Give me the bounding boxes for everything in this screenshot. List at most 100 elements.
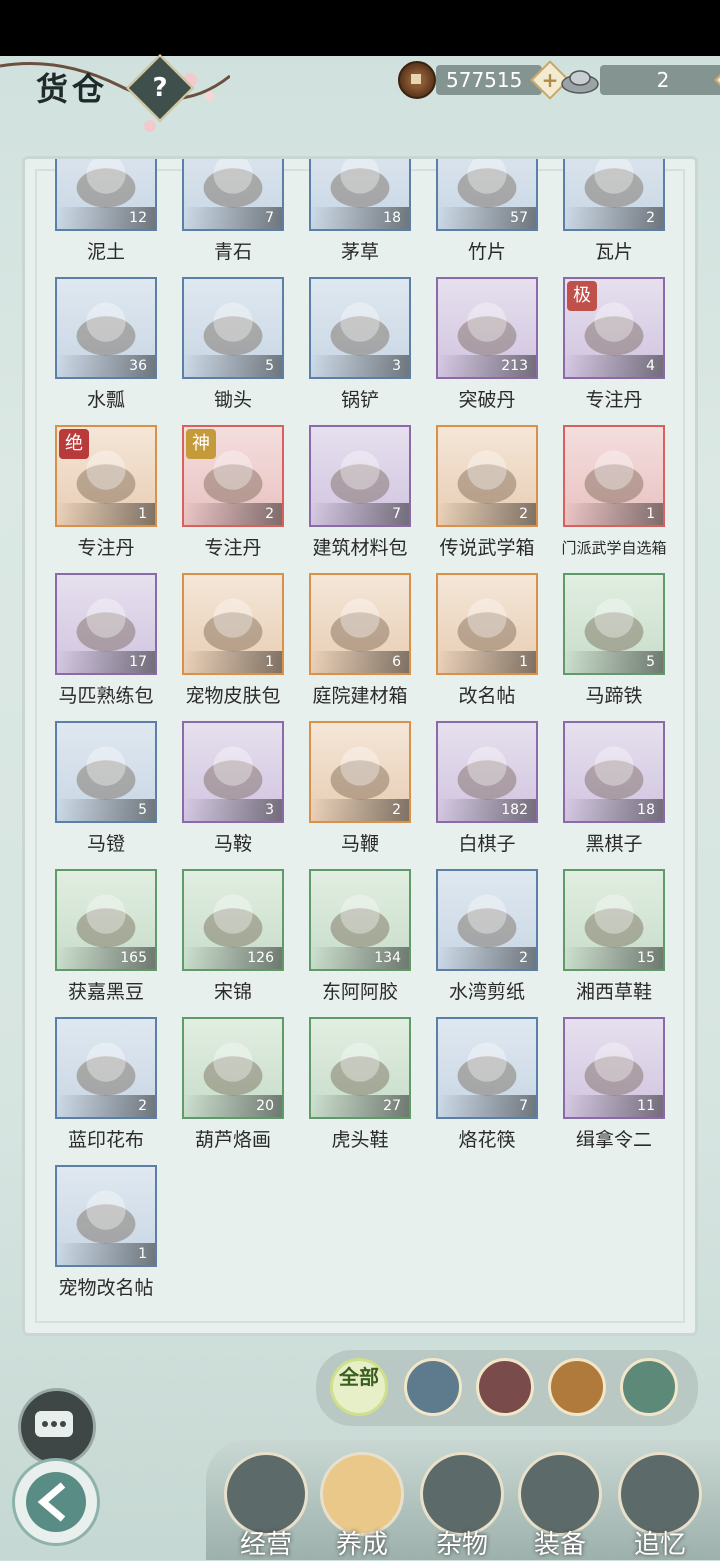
item-name: 马匹熟练包 — [58, 685, 154, 707]
inventory-item[interactable]: 5 马蹄铁 — [559, 573, 669, 713]
inventory-item[interactable]: 134 东阿阿胶 — [305, 869, 415, 1009]
item-name: 马鞭 — [340, 833, 379, 855]
inventory-item[interactable]: 2 水湾剪纸 — [432, 869, 542, 1009]
item-icon-tile: 极4 — [563, 277, 665, 379]
inventory-item[interactable]: 57 竹片 — [432, 159, 542, 269]
item-count: 3 — [184, 799, 282, 821]
nav-cultivate[interactable]: 养成 — [316, 1452, 408, 1560]
item-count: 1 — [438, 651, 536, 673]
item-icon-tile: 27 — [309, 1017, 411, 1119]
item-icon-tile: 57 — [436, 159, 538, 231]
inventory-item[interactable]: 17 马匹熟练包 — [51, 573, 161, 713]
inventory-item[interactable]: 18 黑棋子 — [559, 721, 669, 861]
item-icon-tile: 2 — [55, 1017, 157, 1119]
item-count: 2 — [311, 799, 409, 821]
inventory-item[interactable]: 11 缉拿令二 — [559, 1017, 669, 1157]
inventory-item[interactable]: 12 泥土 — [51, 159, 161, 269]
item-icon-tile: 126 — [182, 869, 284, 971]
filter-material-button[interactable] — [548, 1358, 606, 1416]
inventory-item[interactable]: 1 宠物皮肤包 — [178, 573, 288, 713]
copper-currency: 577515 + — [398, 60, 570, 100]
copper-coin-icon — [398, 61, 436, 99]
item-name: 竹片 — [467, 241, 506, 263]
item-icon-tile: 5 — [182, 277, 284, 379]
item-count: 15 — [565, 947, 663, 969]
inventory-item[interactable]: 7 烙花筷 — [432, 1017, 542, 1157]
item-name: 马蹄铁 — [585, 685, 643, 707]
item-name: 蓝印花布 — [67, 1129, 144, 1151]
grade-badge: 绝 — [59, 429, 89, 459]
inventory-item[interactable]: 1 宠物改名帖 — [51, 1165, 161, 1305]
item-icon-tile: 213 — [436, 277, 538, 379]
item-name: 泥土 — [86, 241, 125, 263]
item-count: 36 — [57, 355, 155, 377]
item-icon-tile: 7 — [309, 425, 411, 527]
inventory-item[interactable]: 1 改名帖 — [432, 573, 542, 713]
inventory-item[interactable]: 绝 1 专注丹 — [51, 425, 161, 565]
inventory-item[interactable]: 2 传说武学箱 — [432, 425, 542, 565]
inventory-item[interactable]: 7 建筑材料包 — [305, 425, 415, 565]
inventory-panel: 12 泥土 7 青石 18 茅草 57 竹片 2 瓦片 36 水瓢 5 锄头 3 锅铲 213 突破丹极 4 专注丹绝… — [22, 156, 698, 1336]
item-name: 马镫 — [86, 833, 125, 855]
inventory-item[interactable]: 7 青石 — [178, 159, 288, 269]
item-count: 17 — [57, 651, 155, 673]
item-icon-tile: 1 — [436, 573, 538, 675]
back-button[interactable] — [12, 1458, 100, 1546]
inventory-item[interactable]: 6 庭院建材箱 — [305, 573, 415, 713]
item-count: 2 — [438, 503, 536, 525]
inventory-item[interactable]: 15 湘西草鞋 — [559, 869, 669, 1009]
nav-memory[interactable]: 追忆 — [614, 1452, 706, 1560]
item-name: 获嘉黑豆 — [67, 981, 144, 1003]
inventory-item[interactable]: 5 锄头 — [178, 277, 288, 417]
status-bar — [0, 0, 720, 56]
inventory-item[interactable]: 213 突破丹 — [432, 277, 542, 417]
item-count: 2 — [57, 1095, 155, 1117]
filter-weapon-button[interactable] — [476, 1358, 534, 1416]
inventory-item[interactable]: 20 葫芦烙画 — [178, 1017, 288, 1157]
copper-amount: 577515 — [436, 65, 542, 95]
item-name: 东阿阿胶 — [321, 981, 398, 1003]
item-name: 专注丹 — [585, 389, 643, 411]
silver-amount: 2 — [600, 65, 720, 95]
item-name: 马鞍 — [213, 833, 252, 855]
item-count: 18 — [311, 207, 409, 229]
item-icon-tile: 2 — [436, 425, 538, 527]
item-name: 缉拿令二 — [575, 1129, 652, 1151]
inventory-item[interactable]: 极 4 专注丹 — [559, 277, 669, 417]
item-count: 7 — [311, 503, 409, 525]
item-icon-tile: 5 — [563, 573, 665, 675]
inventory-item[interactable]: 182 白棋子 — [432, 721, 542, 861]
item-icon-tile: 15 — [563, 869, 665, 971]
inventory-item[interactable]: 1 门派武学自选箱 — [559, 425, 669, 565]
chat-button[interactable] — [18, 1388, 96, 1466]
inventory-item[interactable]: 5 马镫 — [51, 721, 161, 861]
item-name: 专注丹 — [204, 537, 262, 559]
inventory-item[interactable]: 126 宋锦 — [178, 869, 288, 1009]
nav-manage[interactable]: 经营 — [220, 1452, 312, 1560]
nav-misc[interactable]: 杂物 — [416, 1452, 508, 1560]
inventory-item[interactable]: 2 瓦片 — [559, 159, 669, 269]
grade-badge: 神 — [186, 429, 216, 459]
filter-umbrella-button[interactable] — [620, 1358, 678, 1416]
item-name: 湘西草鞋 — [575, 981, 652, 1003]
item-name: 改名帖 — [458, 685, 516, 707]
item-name: 锅铲 — [340, 389, 379, 411]
item-icon-tile: 182 — [436, 721, 538, 823]
inventory-item[interactable]: 3 锅铲 — [305, 277, 415, 417]
inventory-item[interactable]: 18 茅草 — [305, 159, 415, 269]
back-arrow-icon — [26, 1472, 86, 1532]
inventory-item[interactable]: 27 虎头鞋 — [305, 1017, 415, 1157]
inventory-item[interactable]: 2 蓝印花布 — [51, 1017, 161, 1157]
inventory-item[interactable]: 神 2 专注丹 — [178, 425, 288, 565]
inventory-item[interactable]: 36 水瓢 — [51, 277, 161, 417]
item-count: 1 — [565, 503, 663, 525]
item-icon-tile: 绝1 — [55, 425, 157, 527]
item-name: 瓦片 — [594, 241, 633, 263]
item-count: 6 — [311, 651, 409, 673]
inventory-item[interactable]: 3 马鞍 — [178, 721, 288, 861]
inventory-item[interactable]: 2 马鞭 — [305, 721, 415, 861]
filter-all-button[interactable]: 全部 — [330, 1358, 388, 1416]
inventory-item[interactable]: 165 获嘉黑豆 — [51, 869, 161, 1009]
nav-equipment[interactable]: 装备 — [514, 1452, 606, 1560]
filter-bag-button[interactable] — [404, 1358, 462, 1416]
